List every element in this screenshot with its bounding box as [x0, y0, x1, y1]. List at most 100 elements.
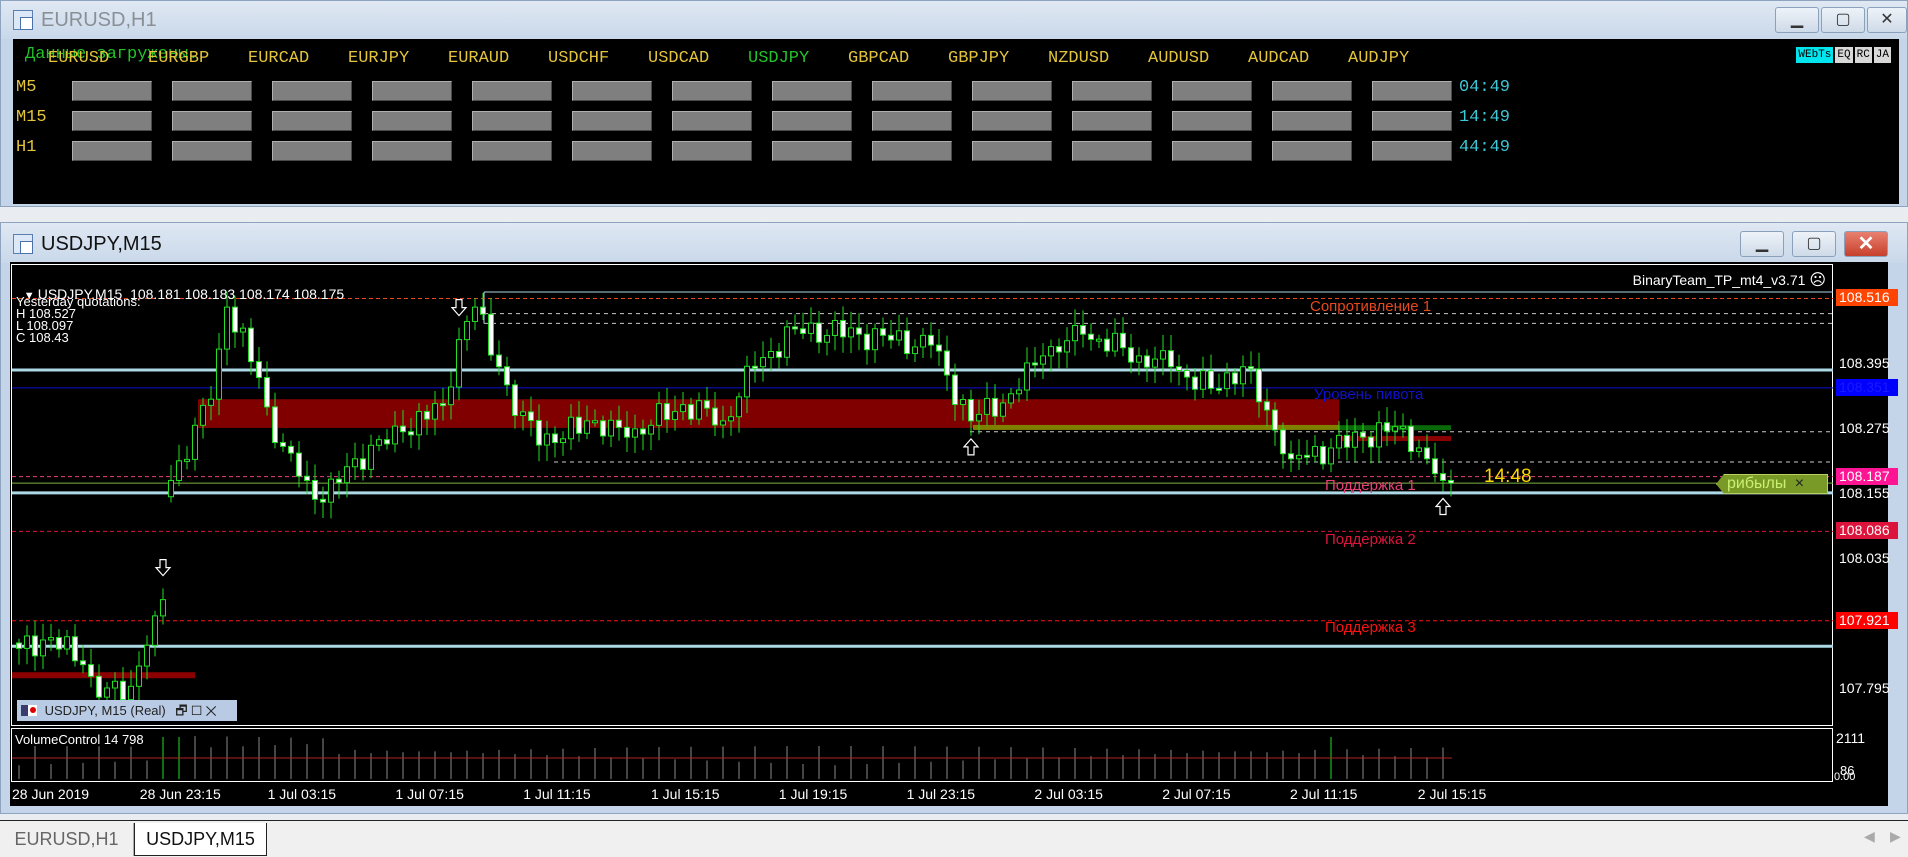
scroll-left-icon[interactable]: ◀	[1864, 828, 1875, 845]
signal-button-audcad-h1[interactable]	[1272, 141, 1352, 161]
signal-button-usdchf-m15[interactable]	[572, 111, 652, 131]
signal-button-eurcad-m5[interactable]	[272, 81, 352, 101]
signal-button-usdcad-h1[interactable]	[672, 141, 752, 161]
signal-button-audjpy-m5[interactable]	[1372, 81, 1452, 101]
signal-button-usdjpy-h1[interactable]	[772, 141, 852, 161]
maximize-button[interactable]: ▢	[1821, 7, 1865, 33]
candle-body	[496, 354, 502, 368]
candle-body	[672, 411, 678, 421]
candle-body	[952, 374, 958, 406]
tab-usdjpy-m15[interactable]: USDJPY,M15	[134, 823, 267, 856]
candle-body	[1000, 402, 1006, 417]
old-zone	[12, 672, 195, 679]
signal-button-eurgbp-h1[interactable]	[172, 141, 252, 161]
price-marker-resistance-1: 108.516	[1836, 289, 1898, 307]
signal-button-usdchf-m5[interactable]	[572, 81, 652, 101]
panel-button-1[interactable]: EQ	[1835, 47, 1853, 63]
candle-body	[192, 424, 198, 460]
pair-label-gbpjpy: GBPJPY	[948, 49, 1010, 68]
candle-body	[984, 397, 990, 415]
row-label-h1: H1	[16, 138, 37, 157]
signal-button-eurusd-m15[interactable]	[72, 111, 152, 131]
signal-button-gbpcad-m5[interactable]	[872, 81, 952, 101]
minimize-button[interactable]: ▁	[1740, 231, 1784, 257]
time-tick: 28 Jun 2019	[12, 786, 90, 802]
candle-body	[712, 407, 718, 426]
signal-button-euraud-m15[interactable]	[472, 111, 552, 131]
minimize-button[interactable]: ▁	[1775, 7, 1819, 33]
signal-button-usdchf-h1[interactable]	[572, 141, 652, 161]
panel-button-0[interactable]: WEbTs	[1796, 47, 1834, 63]
signal-button-gbpcad-m15[interactable]	[872, 111, 952, 131]
signal-button-eurusd-h1[interactable]	[72, 141, 152, 161]
candle-body	[1448, 479, 1454, 484]
candle-body	[832, 319, 838, 336]
signal-button-audusd-h1[interactable]	[1172, 141, 1252, 161]
time-tick: 2 Jul 07:15	[1162, 786, 1231, 802]
candle-body	[936, 344, 942, 352]
signal-button-nzdusd-m15[interactable]	[1072, 111, 1152, 131]
panel-button-2[interactable]: RC	[1854, 47, 1872, 63]
signal-button-audusd-m5[interactable]	[1172, 81, 1252, 101]
signal-button-eurgbp-m5[interactable]	[172, 81, 252, 101]
signal-button-audcad-m15[interactable]	[1272, 111, 1352, 131]
level-label-support-3: Поддержка 3	[1325, 619, 1416, 636]
close-icon[interactable]: ×	[1795, 475, 1804, 492]
candle-body	[1024, 362, 1030, 391]
price-chart[interactable]	[12, 265, 1833, 726]
restore-icon[interactable]: 🗗	[175, 703, 187, 718]
candle-body	[136, 665, 142, 687]
signal-button-nzdusd-h1[interactable]	[1072, 141, 1152, 161]
signal-button-gbpjpy-m15[interactable]	[972, 111, 1052, 131]
eurusd-titlebar[interactable]: EURUSD,H1 ▁ ▢ ✕	[1, 1, 1907, 39]
candle-body	[1360, 431, 1366, 438]
signal-button-audjpy-h1[interactable]	[1372, 141, 1452, 161]
signal-button-usdjpy-m5[interactable]	[772, 81, 852, 101]
signal-button-eurcad-m15[interactable]	[272, 111, 352, 131]
tab-eurusd-h1[interactable]: EURUSD,H1	[0, 823, 134, 856]
candle-body	[1016, 389, 1022, 395]
maximize-icon[interactable]: ☐	[191, 703, 202, 718]
signal-button-gbpjpy-m5[interactable]	[972, 81, 1052, 101]
scroll-right-icon[interactable]: ▶	[1890, 828, 1901, 845]
signal-button-gbpjpy-h1[interactable]	[972, 141, 1052, 161]
price-tick: 108.155	[1839, 485, 1890, 501]
signal-button-usdjpy-m15[interactable]	[772, 111, 852, 131]
candle-body	[376, 439, 382, 446]
candle-body	[1064, 340, 1070, 353]
volume-chart[interactable]	[12, 729, 1833, 781]
signal-button-audcad-m5[interactable]	[1272, 81, 1352, 101]
flag-icon	[21, 705, 37, 716]
price-marker-support-3: 107.921	[1836, 611, 1898, 629]
signal-button-audusd-m15[interactable]	[1172, 111, 1252, 131]
profit-label[interactable]: рибылы ×	[1716, 474, 1828, 494]
signal-button-usdcad-m15[interactable]	[672, 111, 752, 131]
close-icon[interactable]: ✕	[206, 703, 217, 718]
signal-button-eurjpy-h1[interactable]	[372, 141, 452, 161]
maximize-button[interactable]: ▢	[1792, 231, 1836, 257]
candle-body	[1056, 346, 1062, 353]
candle-body	[248, 327, 254, 363]
signal-button-euraud-h1[interactable]	[472, 141, 552, 161]
close-button[interactable]: ✕	[1867, 7, 1907, 33]
signal-button-usdcad-m5[interactable]	[672, 81, 752, 101]
signal-button-euraud-m5[interactable]	[472, 81, 552, 101]
signal-button-eurjpy-m5[interactable]	[372, 81, 452, 101]
pair-label-audusd: AUDUSD	[1148, 49, 1210, 68]
candle-body	[864, 333, 870, 351]
signal-button-eurusd-m5[interactable]	[72, 81, 152, 101]
signal-button-eurjpy-m15[interactable]	[372, 111, 452, 131]
panel-button-3[interactable]: JA	[1873, 47, 1891, 63]
pair-label-euraud: EURAUD	[448, 49, 510, 68]
signal-button-audjpy-m15[interactable]	[1372, 111, 1452, 131]
usdjpy-titlebar[interactable]: USDJPY,M15 ▁ ▢ ✕	[1, 223, 1907, 263]
candle-body	[464, 321, 470, 341]
signal-button-gbpcad-h1[interactable]	[872, 141, 952, 161]
signal-button-eurgbp-m15[interactable]	[172, 111, 252, 131]
close-button[interactable]: ✕	[1844, 231, 1888, 257]
candle-body	[632, 428, 638, 438]
window-title: EURUSD,H1	[41, 9, 157, 31]
minimized-subwindow[interactable]: USDJPY, M15 (Real) 🗗 ☐ ✕	[17, 700, 237, 721]
signal-button-nzdusd-m5[interactable]	[1072, 81, 1152, 101]
signal-button-eurcad-h1[interactable]	[272, 141, 352, 161]
